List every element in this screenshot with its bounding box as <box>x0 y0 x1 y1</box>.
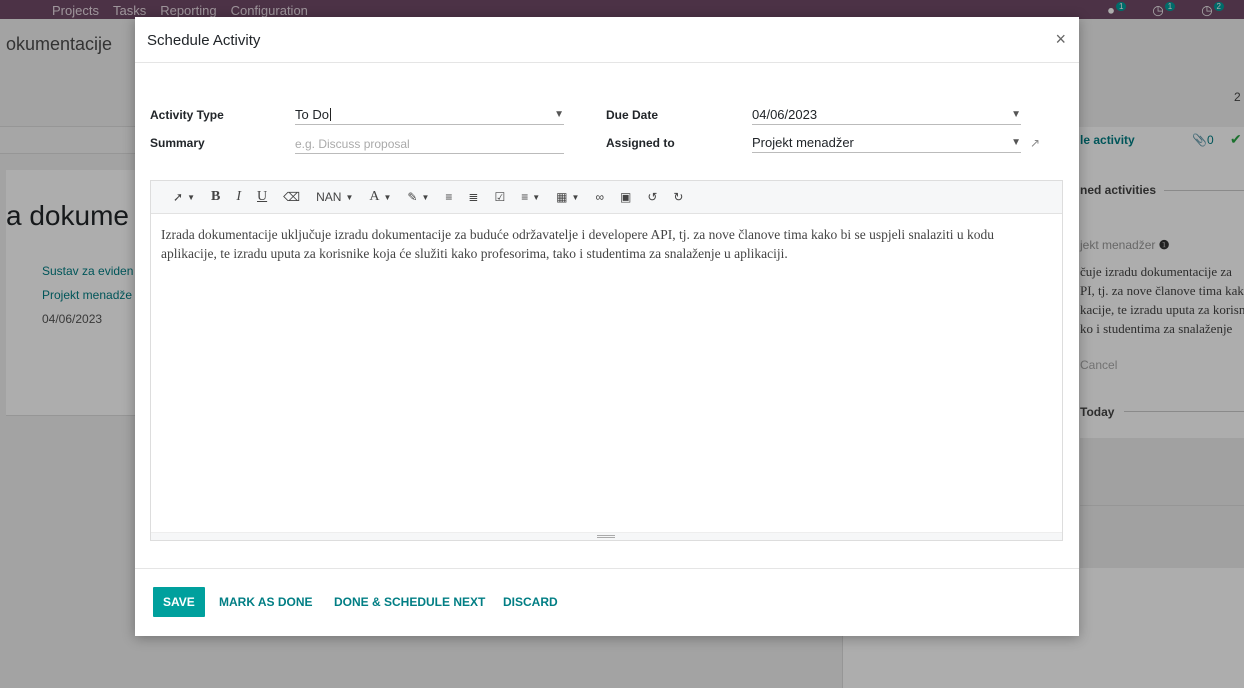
resize-handle[interactable] <box>151 532 1062 540</box>
style-magic-icon[interactable]: ➚ ▼ <box>165 185 203 209</box>
font-color-value: A <box>369 189 380 204</box>
activity-type-select[interactable]: To Do ▼ <box>295 105 564 125</box>
modal-header: Schedule Activity × <box>135 17 1079 63</box>
summary-input[interactable]: e.g. Discuss proposal <box>295 134 564 154</box>
editor-toolbar: ➚ ▼ B I U ⌫ NAN ▼ A ▼ ✎ ▼ ≡ ≣ ☑ ≡ ▼ ▦ ▼ ∞ ▣ ↺ … <box>151 181 1062 214</box>
brush-icon[interactable]: ✎ ▼ <box>399 185 437 209</box>
bold-button[interactable]: B <box>203 185 228 209</box>
checklist-icon[interactable]: ☑ <box>486 185 513 209</box>
eraser-icon[interactable]: ⌫ <box>275 185 308 209</box>
chevron-down-icon[interactable]: ▼ <box>1011 137 1021 148</box>
numbered-list-icon[interactable]: ≣ <box>460 185 486 209</box>
activity-type-value: To Do <box>295 107 329 122</box>
modal-footer: SAVE MARK AS DONE DONE & SCHEDULE NEXT D… <box>135 568 1079 636</box>
summary-placeholder: e.g. Discuss proposal <box>295 137 410 151</box>
grip-icon <box>597 535 615 538</box>
table-icon[interactable]: ▦ ▼ <box>548 185 587 209</box>
schedule-activity-dialog: Schedule Activity × Activity Type To Do … <box>135 17 1079 636</box>
external-link-icon[interactable]: ↗ <box>1030 136 1040 150</box>
assigned-to-value: Projekt menadžer <box>752 135 854 150</box>
discard-button[interactable]: DISCARD <box>503 587 558 617</box>
assigned-to-label: Assigned to <box>606 136 675 150</box>
image-icon[interactable]: ▣ <box>612 185 639 209</box>
due-date-value: 04/06/2023 <box>752 107 818 122</box>
italic-button[interactable]: I <box>228 185 249 209</box>
note-editor: ➚ ▼ B I U ⌫ NAN ▼ A ▼ ✎ ▼ ≡ ≣ ☑ ≡ ▼ ▦ ▼ ∞ ▣ ↺ … <box>150 180 1063 541</box>
undo-icon[interactable]: ↺ <box>639 185 665 209</box>
underline-button[interactable]: U <box>249 185 275 209</box>
text-cursor <box>329 108 331 121</box>
activity-type-label: Activity Type <box>150 108 224 122</box>
bullet-list-icon[interactable]: ≡ <box>437 185 460 209</box>
mark-as-done-button[interactable]: MARK AS DONE <box>219 587 313 617</box>
modal-title: Schedule Activity <box>147 32 261 49</box>
font-color-dropdown[interactable]: A ▼ <box>361 185 399 209</box>
assigned-to-select[interactable]: Projekt menadžer ▼ <box>752 133 1021 153</box>
note-textarea[interactable]: Izrada dokumentacije uključuje izradu do… <box>151 214 1062 532</box>
summary-label: Summary <box>150 136 205 150</box>
due-date-label: Due Date <box>606 108 659 122</box>
chevron-down-icon[interactable]: ▼ <box>1011 109 1021 120</box>
font-size-value: NAN <box>316 190 342 204</box>
due-date-input[interactable]: 04/06/2023 ▼ <box>752 105 1021 125</box>
redo-icon[interactable]: ↻ <box>665 185 691 209</box>
align-icon[interactable]: ≡ ▼ <box>513 185 548 209</box>
done-schedule-next-button[interactable]: DONE & SCHEDULE NEXT <box>334 587 485 617</box>
close-icon[interactable]: × <box>1055 29 1066 50</box>
save-button[interactable]: SAVE <box>153 587 205 617</box>
chevron-down-icon[interactable]: ▼ <box>554 109 564 120</box>
link-icon[interactable]: ∞ <box>587 185 612 209</box>
font-size-dropdown[interactable]: NAN ▼ <box>308 185 361 209</box>
